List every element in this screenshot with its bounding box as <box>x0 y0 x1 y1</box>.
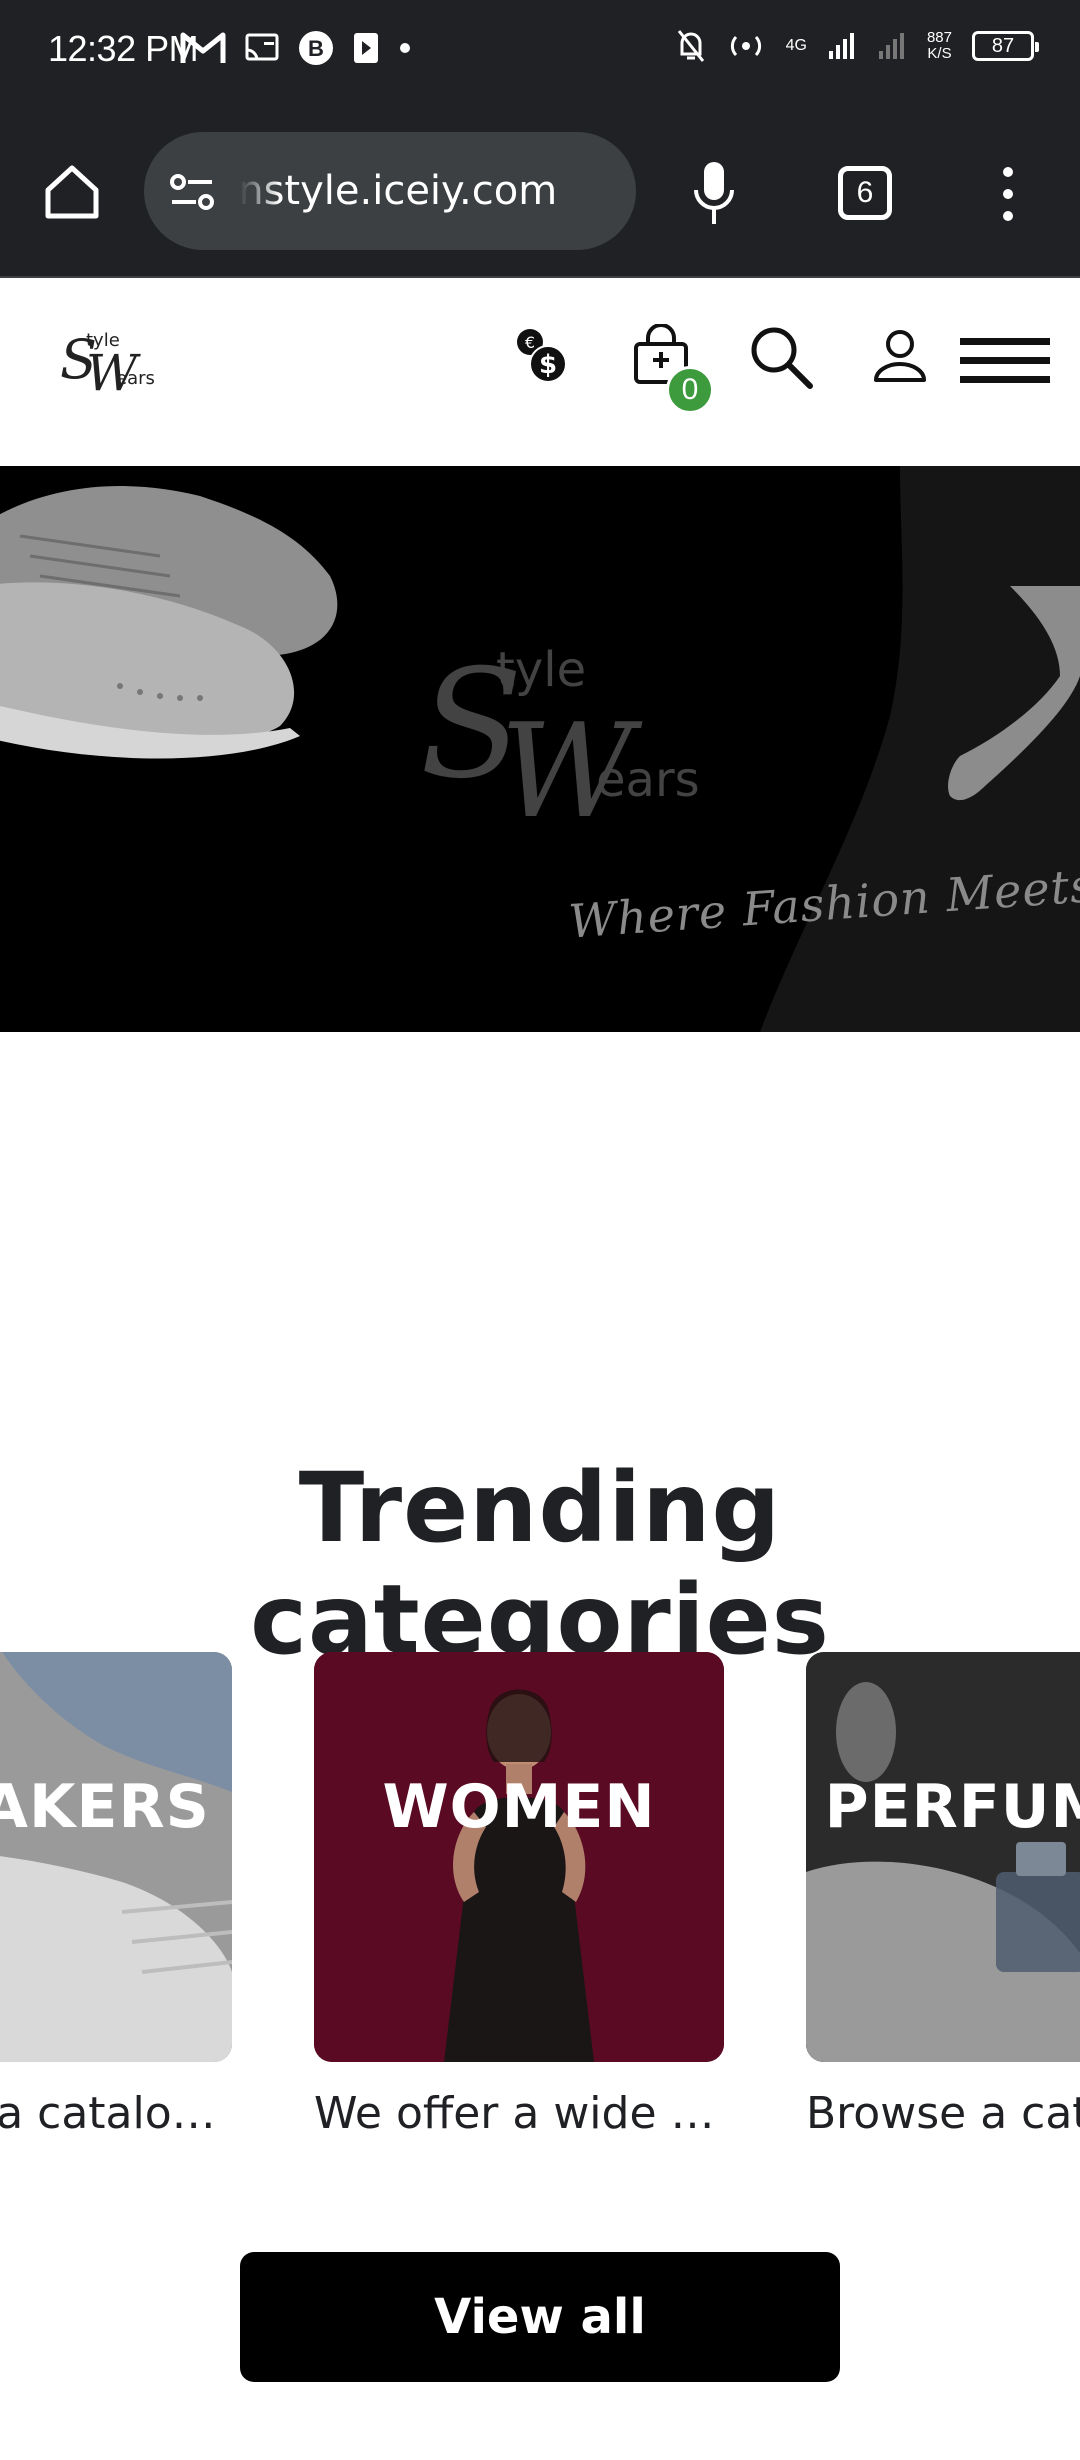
site-settings-icon[interactable] <box>168 170 216 214</box>
hotspot-icon <box>730 35 761 57</box>
svg-text:€: € <box>525 333 535 352</box>
category-image[interactable]: PERFUMES <box>806 1652 1080 2062</box>
hero-logo: S tyle W ears <box>420 638 700 847</box>
svg-text:B: B <box>308 36 324 61</box>
svg-text:ears: ears <box>596 752 700 808</box>
category-description: We offer a wide range of women's fashion <box>314 2088 724 2139</box>
notification-icons: B <box>180 30 412 66</box>
signal-strength-icon <box>828 33 854 59</box>
svg-text:$: $ <box>539 350 557 380</box>
system-icons: 4G 887 K/S 87 <box>676 28 1039 64</box>
view-all-button[interactable]: View all <box>240 2252 840 2382</box>
account-icon[interactable] <box>872 328 928 384</box>
women-photo <box>314 1652 724 2062</box>
cast-icon <box>245 33 279 61</box>
category-image[interactable]: SNEAKERS <box>0 1652 232 2062</box>
category-description: Browse a catalog of sneakers <box>0 2088 232 2139</box>
media-play-icon <box>354 33 378 63</box>
model-image <box>760 466 1080 1032</box>
more-notifications-dot-icon <box>400 43 410 53</box>
cart-count-badge: 0 <box>666 366 714 414</box>
section-title: Trending categories <box>250 1452 830 1676</box>
network-type: 4G <box>785 37 807 54</box>
category-label: SNEAKERS <box>0 1772 210 1842</box>
site-logo[interactable]: S tyle W ears <box>56 320 176 400</box>
svg-text:tyle: tyle <box>496 642 586 698</box>
battery-level: 87 <box>991 34 1015 57</box>
perfumes-photo <box>806 1652 1080 2062</box>
hero-banner: S tyle W ears Where Fashion Meets Elegan… <box>0 466 1080 1032</box>
site-header: S tyle W ears € $ <box>0 280 1080 464</box>
sneakers-image <box>0 486 338 759</box>
tab-switcher-button[interactable]: 6 <box>838 166 892 220</box>
category-label: WOMEN <box>382 1772 656 1842</box>
b-app-icon: B <box>299 31 333 65</box>
overflow-menu-icon[interactable] <box>996 164 1020 224</box>
home-icon[interactable] <box>40 160 104 224</box>
category-carousel[interactable]: SNEAKERS Browse a catalog of sneakers WO… <box>0 1652 1080 2172</box>
sneakers-photo <box>0 1652 232 2062</box>
browser-toolbar: wearsinstyle.iceiy.com 6 <box>0 108 1080 278</box>
category-card-women[interactable]: WOMEN We offer a wide range of women's f… <box>314 1652 724 2139</box>
category-description: Browse a catalog of perfumes <box>806 2088 1080 2139</box>
category-image[interactable]: WOMEN <box>314 1652 724 2062</box>
search-icon[interactable] <box>748 324 814 390</box>
gmail-icon <box>180 32 226 63</box>
signal-strength-sim2-icon <box>878 33 904 59</box>
address-bar[interactable]: wearsinstyle.iceiy.com <box>144 132 636 250</box>
hamburger-menu-icon[interactable] <box>958 336 1052 386</box>
hero-image: S tyle W ears <box>0 466 1080 1032</box>
status-time: 12:32 PM <box>48 28 199 69</box>
category-label: PERFUMES <box>824 1772 1080 1842</box>
category-card-sneakers[interactable]: SNEAKERS Browse a catalog of sneakers <box>0 1652 232 2139</box>
url-text[interactable]: wearsinstyle.iceiy.com <box>240 168 620 218</box>
svg-text:ears: ears <box>116 368 155 389</box>
network-speed: 887 K/S <box>926 29 952 62</box>
mute-bell-icon <box>677 30 704 62</box>
currency-switch-icon[interactable]: € $ <box>512 326 572 386</box>
battery-icon: 87 <box>972 31 1039 61</box>
category-card-perfumes[interactable]: PERFUMES Browse a catalog of perfumes <box>806 1652 1080 2139</box>
microphone-icon[interactable] <box>690 158 738 230</box>
status-bar: 12:32 PM B 4G 887 K/S 87 <box>0 0 1080 108</box>
